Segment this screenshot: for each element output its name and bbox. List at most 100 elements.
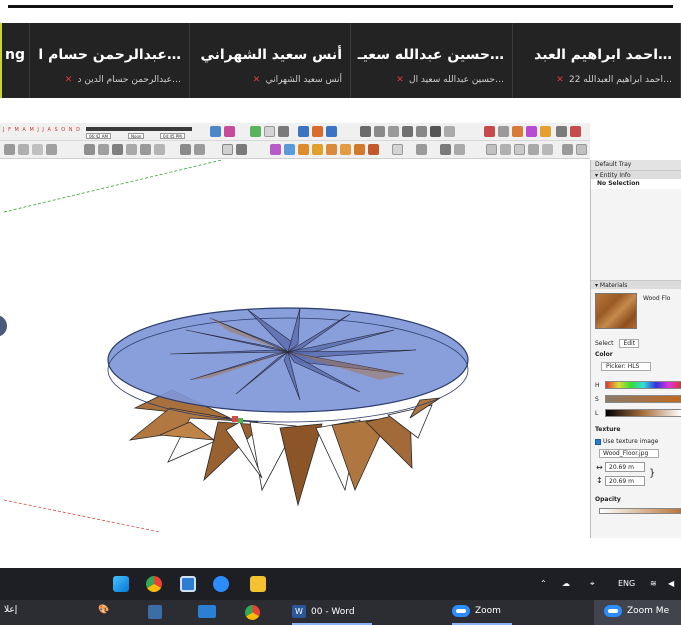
solid-split-icon[interactable] bbox=[542, 144, 553, 155]
participant-tile[interactable]: …احمد ابراهيم العبد …احمد ابراهيم العبدا… bbox=[513, 23, 681, 98]
settings-icon[interactable] bbox=[556, 126, 567, 137]
axes-icon[interactable] bbox=[312, 144, 323, 155]
model-canvas[interactable] bbox=[0, 160, 590, 538]
position-camera-icon[interactable] bbox=[354, 144, 365, 155]
volume-icon[interactable]: ◀ bbox=[668, 579, 674, 588]
polygon-icon[interactable] bbox=[112, 144, 123, 155]
section-icon[interactable] bbox=[416, 144, 427, 155]
entity-info-header[interactable]: ▾ Entity Info bbox=[591, 170, 681, 179]
calculator-icon[interactable] bbox=[148, 605, 162, 619]
cloud-icon[interactable]: ☁ bbox=[562, 579, 570, 588]
saturation-slider[interactable] bbox=[605, 395, 681, 403]
look-around-icon[interactable] bbox=[340, 144, 351, 155]
arc-icon[interactable] bbox=[46, 144, 57, 155]
chevron-up-icon[interactable]: ⌃ bbox=[540, 579, 547, 588]
location-icon[interactable]: ⌖ bbox=[590, 579, 595, 589]
chrome-taskbar-icon[interactable] bbox=[245, 605, 260, 620]
hidden-line-icon[interactable] bbox=[388, 126, 399, 137]
link-bracket-icon[interactable]: } bbox=[649, 468, 655, 479]
file-explorer-icon[interactable] bbox=[250, 576, 266, 592]
participant-tile[interactable]: …حسين عبدالله سعيـ …حسين عبدالله سعيد ال… bbox=[351, 23, 513, 98]
tape-icon[interactable] bbox=[222, 144, 233, 155]
zoom-extents-icon[interactable] bbox=[278, 126, 289, 137]
flip-icon[interactable] bbox=[576, 144, 587, 155]
solid-union-icon[interactable] bbox=[486, 144, 497, 155]
orbit-icon[interactable] bbox=[210, 126, 221, 137]
monochrome-icon[interactable] bbox=[444, 126, 455, 137]
participant-tile[interactable]: …عبدالرحمن حسام ا …عبدالرحمن حسام الدين … bbox=[30, 23, 190, 98]
participant-tile[interactable]: أنس سعيد الشهراني أنس سعيد الشهراني ✕ bbox=[190, 23, 351, 98]
iso-view-icon[interactable] bbox=[298, 126, 309, 137]
screen-share-icon[interactable] bbox=[180, 576, 196, 592]
move-icon[interactable] bbox=[140, 144, 151, 155]
home-icon[interactable] bbox=[402, 126, 413, 137]
scale-icon[interactable] bbox=[180, 144, 191, 155]
material-swatch[interactable] bbox=[595, 293, 637, 329]
circle-icon[interactable] bbox=[98, 144, 109, 155]
solid-subtract-icon[interactable] bbox=[500, 144, 511, 155]
model-viewport[interactable] bbox=[0, 160, 590, 538]
top-view-icon[interactable] bbox=[312, 126, 323, 137]
wifi-icon[interactable]: ≋ bbox=[650, 579, 657, 588]
outer-shell-icon[interactable] bbox=[562, 144, 573, 155]
texture-height-field[interactable]: 20.69 m bbox=[605, 476, 645, 486]
hue-slider[interactable] bbox=[605, 381, 681, 389]
3d-text-icon[interactable] bbox=[392, 144, 403, 155]
language-indicator[interactable]: ENG bbox=[618, 579, 635, 588]
zoom-window-icon[interactable] bbox=[264, 126, 275, 137]
zoom-meeting-label-group[interactable]: Zoom Me bbox=[604, 605, 669, 617]
zoom-taskbar-item[interactable]: Zoom bbox=[452, 605, 501, 617]
paint-icon[interactable]: 🎨 bbox=[98, 605, 109, 615]
texture-width-field[interactable]: 20.69 m bbox=[605, 462, 645, 472]
rectangle-icon[interactable] bbox=[84, 144, 95, 155]
use-texture-row[interactable]: Use texture image bbox=[595, 438, 658, 445]
wireframe-icon[interactable] bbox=[374, 126, 385, 137]
xray-icon[interactable] bbox=[360, 126, 371, 137]
front-view-icon[interactable] bbox=[326, 126, 337, 137]
section-plane-icon[interactable] bbox=[484, 126, 495, 137]
opacity-slider[interactable] bbox=[599, 508, 681, 514]
chrome-icon[interactable] bbox=[146, 576, 162, 592]
dimension-icon[interactable] bbox=[236, 144, 247, 155]
start-icon[interactable] bbox=[113, 576, 129, 592]
use-texture-checkbox[interactable] bbox=[595, 438, 601, 445]
text-icon[interactable] bbox=[298, 144, 309, 155]
edit-tab[interactable]: Edit bbox=[619, 339, 640, 348]
select-icon[interactable] bbox=[4, 144, 15, 155]
layout-icon[interactable] bbox=[540, 126, 551, 137]
components-icon[interactable] bbox=[498, 126, 509, 137]
shadow-slider[interactable] bbox=[86, 127, 192, 131]
word-taskbar-item[interactable]: W 00 - Word bbox=[292, 605, 355, 618]
participant-tile[interactable]: ng bbox=[0, 23, 30, 98]
shaded-icon[interactable] bbox=[416, 126, 427, 137]
follow-me-icon[interactable] bbox=[368, 144, 379, 155]
push-pull-icon[interactable] bbox=[126, 144, 137, 155]
offset-icon[interactable] bbox=[194, 144, 205, 155]
protractor-icon[interactable] bbox=[284, 144, 295, 155]
sandbox-icon[interactable] bbox=[440, 144, 451, 155]
rotate-icon[interactable] bbox=[154, 144, 165, 155]
textured-icon[interactable] bbox=[430, 126, 441, 137]
ruby-icon[interactable] bbox=[570, 126, 581, 137]
line-icon[interactable] bbox=[32, 144, 43, 155]
zoom-app-icon[interactable] bbox=[213, 576, 229, 592]
taskbar: ⌃ ☁ ⌖ ENG ≋ ◀ bbox=[0, 568, 681, 600]
pan-icon[interactable] bbox=[224, 126, 235, 137]
zoom-tool-icon[interactable] bbox=[250, 126, 261, 137]
paint-bucket-icon[interactable] bbox=[270, 144, 281, 155]
walk-icon[interactable] bbox=[326, 144, 337, 155]
texture-file-field[interactable]: Wood_Floor.jpg bbox=[599, 449, 659, 458]
smoove-icon[interactable] bbox=[454, 144, 465, 155]
taskbar-left-item[interactable]: إعلا bbox=[4, 605, 17, 615]
materials-header[interactable]: ▾ Materials bbox=[591, 280, 681, 289]
lightness-slider[interactable] bbox=[605, 409, 681, 417]
warehouse-icon[interactable] bbox=[512, 126, 523, 137]
picker-select[interactable]: Picker: HLS bbox=[601, 362, 651, 371]
eraser-icon[interactable] bbox=[18, 144, 29, 155]
solid-intersect-icon[interactable] bbox=[528, 144, 539, 155]
select-tab[interactable]: Select bbox=[595, 340, 614, 347]
mic-muted-icon: ✕ bbox=[252, 75, 261, 85]
extension-icon[interactable] bbox=[526, 126, 537, 137]
solid-trim-icon[interactable] bbox=[514, 144, 525, 155]
mail-icon[interactable] bbox=[198, 605, 216, 618]
